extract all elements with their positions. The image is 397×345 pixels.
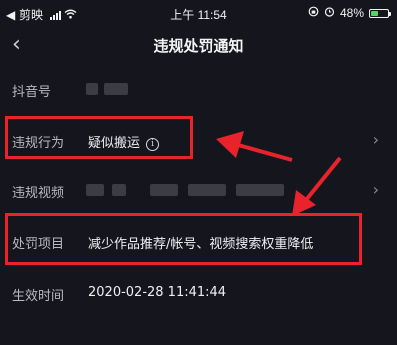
arrow-head <box>216 131 244 158</box>
arrow-to-penalty <box>304 156 342 202</box>
annotation-arrows <box>216 131 342 216</box>
arrow-to-violation <box>237 143 293 162</box>
